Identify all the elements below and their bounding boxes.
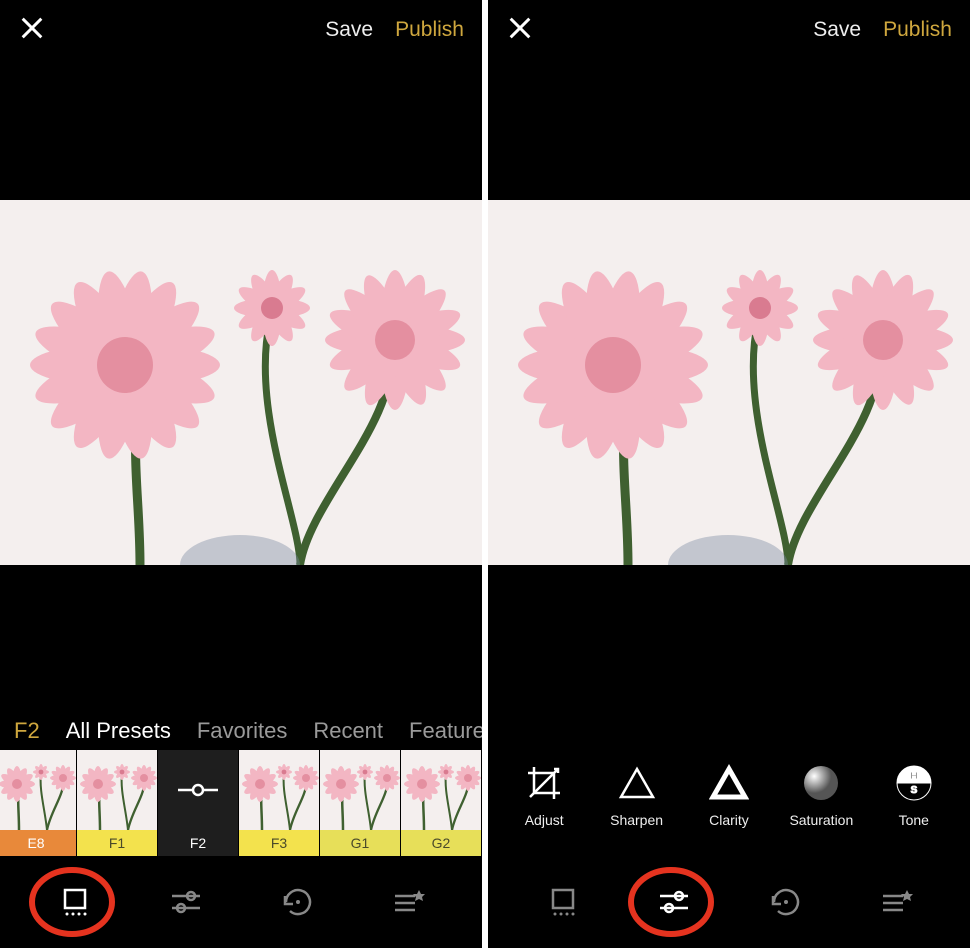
save-button[interactable]: Save (813, 18, 861, 42)
presets-strip[interactable]: E8 F1 F2 (0, 750, 482, 856)
triangle-icon (597, 760, 677, 806)
tools-row: Adjust Sharpen Clarity Saturation HS Tone (488, 760, 970, 828)
tab-featured[interactable]: Featured (409, 718, 482, 744)
preset-label: F3 (239, 830, 319, 856)
tool-saturation[interactable]: Saturation (781, 760, 861, 828)
tab-presets-manage[interactable] (865, 872, 925, 932)
sphere-icon (781, 760, 861, 806)
top-bar: Save Publish (0, 0, 482, 60)
preset-f3[interactable]: F3 (239, 750, 319, 856)
preset-category-tabs: F2 All Presets Favorites Recent Featured (0, 718, 482, 744)
tool-label: Saturation (781, 812, 861, 828)
svg-text:S: S (910, 785, 917, 796)
preset-label: G2 (401, 830, 481, 856)
tab-favorites[interactable]: Favorites (197, 718, 287, 744)
publish-button[interactable]: Publish (395, 18, 464, 42)
screen-tools: Save Publish (488, 0, 970, 948)
tool-label: Adjust (504, 812, 584, 828)
preset-g1[interactable]: G1 (320, 750, 400, 856)
top-bar: Save Publish (488, 0, 970, 60)
preset-f1[interactable]: F1 (77, 750, 157, 856)
tool-adjust[interactable]: Adjust (504, 760, 584, 828)
tool-label: Sharpen (597, 812, 677, 828)
hs-icon: HS (874, 760, 954, 806)
tool-tone[interactable]: HS Tone (874, 760, 954, 828)
close-icon[interactable] (506, 14, 534, 42)
preset-label: G1 (320, 830, 400, 856)
tab-history[interactable] (754, 872, 814, 932)
preset-label: F1 (77, 830, 157, 856)
edited-photo[interactable] (488, 200, 970, 565)
tool-label: Clarity (689, 812, 769, 828)
tool-clarity[interactable]: Clarity (689, 760, 769, 828)
tab-adjust[interactable] (156, 872, 216, 932)
publish-button[interactable]: Publish (883, 18, 952, 42)
preset-e8[interactable]: E8 (0, 750, 76, 856)
tab-presets[interactable] (45, 872, 105, 932)
tab-presets-manage[interactable] (377, 872, 437, 932)
active-preset-badge[interactable]: F2 (14, 718, 40, 744)
bottom-tabbar (0, 856, 482, 948)
tab-history[interactable] (266, 872, 326, 932)
crop-icon (504, 760, 584, 806)
tab-adjust[interactable] (644, 872, 704, 932)
bottom-tabbar (488, 856, 970, 948)
preset-label: F2 (158, 830, 238, 856)
tool-label: Tone (874, 812, 954, 828)
close-icon[interactable] (18, 14, 46, 42)
tab-all-presets[interactable]: All Presets (66, 718, 171, 744)
tab-recent[interactable]: Recent (313, 718, 383, 744)
svg-text:H: H (910, 771, 917, 782)
save-button[interactable]: Save (325, 18, 373, 42)
triangle-bold-icon (689, 760, 769, 806)
screen-presets: Save Publish (0, 0, 482, 948)
preset-g2[interactable]: G2 (401, 750, 481, 856)
tab-presets[interactable] (533, 872, 593, 932)
tool-sharpen[interactable]: Sharpen (597, 760, 677, 828)
edited-photo[interactable] (0, 200, 482, 565)
preset-f2[interactable]: F2 (158, 750, 238, 856)
preset-label: E8 (0, 830, 76, 856)
